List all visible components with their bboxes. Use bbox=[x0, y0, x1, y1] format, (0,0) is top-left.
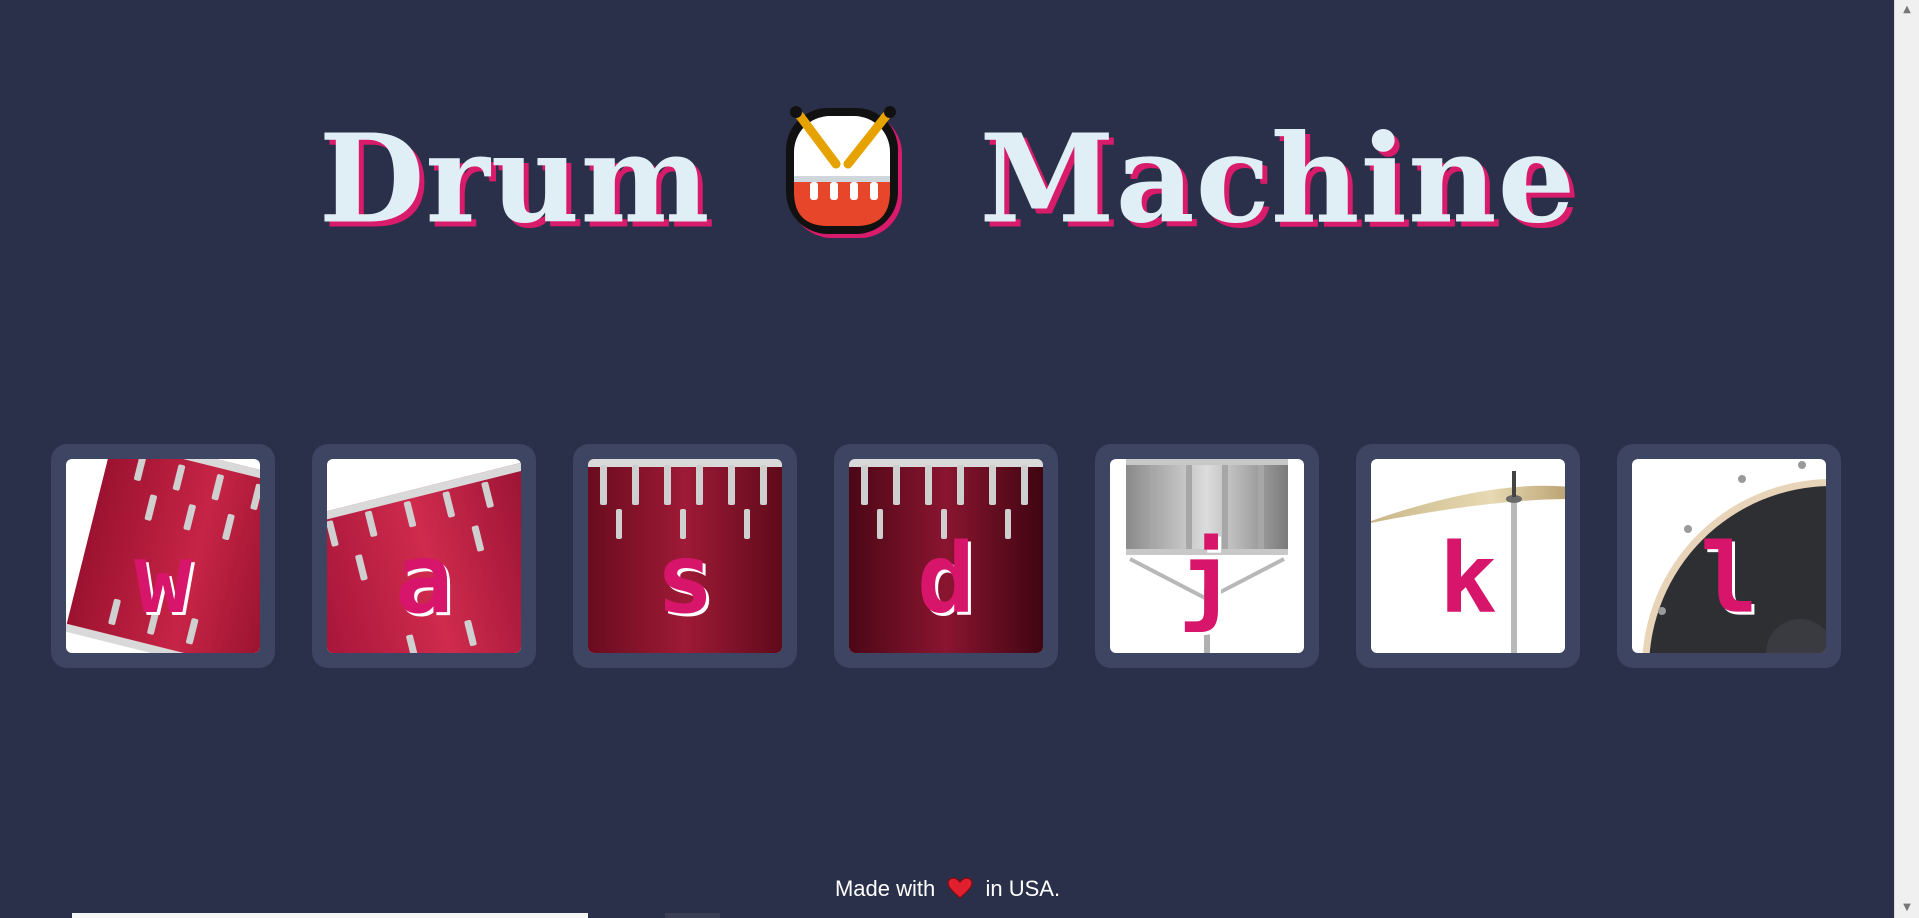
drum-pad-face: k bbox=[1371, 459, 1565, 653]
scroll-down-icon[interactable]: ▼ bbox=[1895, 898, 1919, 918]
drum-icon bbox=[786, 106, 903, 239]
footer-location: in USA. bbox=[985, 876, 1061, 901]
pad-key-label: k bbox=[1439, 523, 1497, 635]
drum-pad-face: d bbox=[849, 459, 1043, 653]
drum-pad-face: s bbox=[588, 459, 782, 653]
drum-pad-face: l bbox=[1632, 459, 1826, 653]
scroll-up-icon[interactable]: ▲ bbox=[1895, 0, 1919, 20]
drum-pad-j[interactable]: j bbox=[1095, 444, 1319, 668]
drum-pad-face: j bbox=[1110, 459, 1304, 653]
page-title: Drum Machine bbox=[0, 95, 1895, 250]
pad-key-label: a bbox=[395, 523, 453, 635]
pad-key-label: w bbox=[134, 523, 192, 635]
pad-key-label: l bbox=[1700, 523, 1758, 635]
drum-pad-face: a bbox=[327, 459, 521, 653]
drum-pad-a[interactable]: a bbox=[312, 444, 536, 668]
title-word-machine: Machine bbox=[979, 106, 1577, 251]
heart-icon bbox=[947, 877, 973, 899]
pad-key-label: s bbox=[656, 523, 714, 635]
drum-pads: w a s d j k l bbox=[51, 444, 1841, 668]
footer: Made with in USA. bbox=[0, 876, 1895, 902]
drum-pad-face: w bbox=[66, 459, 260, 653]
title-word-drum: Drum bbox=[318, 106, 711, 251]
page: Drum Machine w a s d j k l Made with in … bbox=[0, 0, 1919, 918]
footer-made-with: Made with bbox=[834, 876, 936, 901]
drum-pad-s[interactable]: s bbox=[573, 444, 797, 668]
pad-key-label: d bbox=[917, 523, 975, 635]
drum-pad-l[interactable]: l bbox=[1617, 444, 1841, 668]
drum-pad-d[interactable]: d bbox=[834, 444, 1058, 668]
vertical-scrollbar[interactable]: ▲ ▼ bbox=[1894, 0, 1919, 918]
horizontal-scrollbar-segment bbox=[665, 913, 720, 918]
drum-pad-k[interactable]: k bbox=[1356, 444, 1580, 668]
drum-pad-w[interactable]: w bbox=[51, 444, 275, 668]
horizontal-scrollbar-thumb[interactable] bbox=[72, 913, 588, 918]
pad-key-label: j bbox=[1178, 523, 1236, 635]
